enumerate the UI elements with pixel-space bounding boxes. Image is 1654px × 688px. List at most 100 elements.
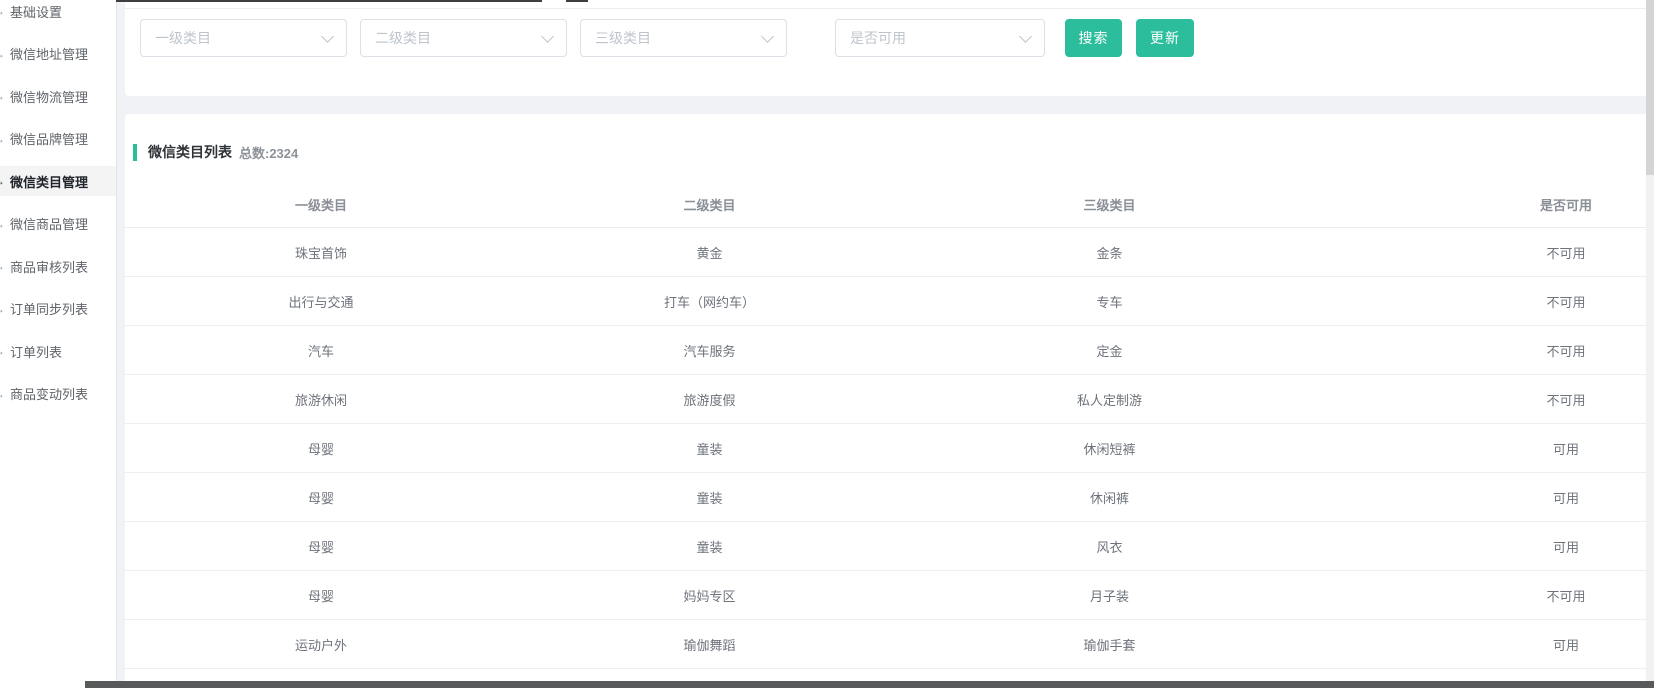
select-placeholder: 一级类目 <box>155 28 211 48</box>
sidebar-item[interactable]: →商品审核列表 <box>0 251 116 281</box>
table-cell: 汽车服务 <box>517 326 902 375</box>
table-cell: 私人定制游 <box>902 375 1317 424</box>
table-row: 出行与交通打车（网约车）专车不可用 <box>125 277 1654 326</box>
table-cell: 可用 <box>1317 473 1654 522</box>
vertical-scrollbar[interactable] <box>1646 0 1654 688</box>
table-cell: 休闲短裤 <box>902 424 1317 473</box>
sidebar-item-label: 微信品牌管理 <box>10 129 88 148</box>
search-button[interactable]: 搜索 <box>1065 19 1122 57</box>
table-cell: 旅游度假 <box>517 375 902 424</box>
table-row: 汽车汽车服务定金不可用 <box>125 326 1654 375</box>
table-row: 母婴童装休闲裤可用 <box>125 473 1654 522</box>
sidebar-item-label: 订单同步列表 <box>10 299 88 318</box>
table-cell: 可用 <box>1317 620 1654 669</box>
table-cell: 可用 <box>1317 424 1654 473</box>
arrow-right-icon: → <box>0 89 5 103</box>
table-cell: 出行与交通 <box>125 277 517 326</box>
filter-select[interactable]: 是否可用 <box>835 19 1045 57</box>
sidebar-item[interactable]: → 商品变动列表 <box>0 379 116 409</box>
table-cell: 运动户外 <box>125 620 517 669</box>
sidebar-item-label: 微信地址管理 <box>10 44 88 63</box>
table-cell: 瑜伽舞蹈 <box>517 620 902 669</box>
sidebar: → 基础设置 → 微信地址管理 → 微信物流管理 → 微信品牌管理 → 微信类目管理 →微信商品管理… <box>0 0 117 688</box>
table-cell: 母婴 <box>125 571 517 620</box>
sidebar-item[interactable]: → 订单列表 <box>0 336 116 366</box>
arrow-right-icon: → <box>0 174 5 188</box>
chevron-down-icon <box>541 30 554 43</box>
table-cell: 瑜伽手套 <box>902 620 1317 669</box>
sidebar-item-label: 微信类目管理 <box>10 172 88 191</box>
top-edge-line <box>116 0 542 2</box>
chevron-down-icon <box>761 30 774 43</box>
sidebar-item-label: 基础设置 <box>10 2 62 21</box>
table-cell: 不可用 <box>1317 228 1654 277</box>
table-cell: 打车（网约车） <box>517 277 902 326</box>
arrow-right-icon: → <box>0 259 5 273</box>
arrow-right-icon: → <box>0 387 5 401</box>
filter-card-top-border <box>125 8 1654 9</box>
table-cell: 月子装 <box>902 571 1317 620</box>
arrow-right-icon: → <box>0 302 5 316</box>
arrow-right-icon: → <box>0 132 5 146</box>
sidebar-item[interactable]: →微信商品管理 <box>0 209 116 239</box>
update-button[interactable]: 更新 <box>1136 19 1194 57</box>
table-row: 旅游休闲旅游度假私人定制游不可用 <box>125 375 1654 424</box>
table-cell: 不可用 <box>1317 326 1654 375</box>
table-cell: 童装 <box>517 424 902 473</box>
filter-card: 一级类目 二级类目 三级类目 是否可用 搜索 更新 <box>125 0 1654 96</box>
sidebar-item[interactable]: → 订单同步列表 <box>0 294 116 324</box>
select-placeholder: 是否可用 <box>850 28 906 48</box>
table-row: 母婴妈妈专区月子装不可用 <box>125 571 1654 620</box>
table-cell: 母婴 <box>125 522 517 571</box>
table-cell: 金条 <box>902 228 1317 277</box>
column-header: 一级类目 <box>125 181 517 228</box>
table-header-row: 一级类目二级类目三级类目是否可用 <box>125 181 1654 228</box>
table-cell: 童装 <box>517 522 902 571</box>
filter-select[interactable]: 二级类目 <box>360 19 567 57</box>
table-body: 珠宝首饰黄金金条不可用出行与交通打车（网约车）专车不可用汽车汽车服务定金不可用旅… <box>125 228 1654 669</box>
accent-tick <box>133 144 137 161</box>
table-cell: 珠宝首饰 <box>125 228 517 277</box>
table-cell: 不可用 <box>1317 571 1654 620</box>
select-placeholder: 三级类目 <box>595 28 651 48</box>
filter-select[interactable]: 三级类目 <box>580 19 787 57</box>
arrow-right-icon: → <box>0 217 5 231</box>
sidebar-menu: → 基础设置 → 微信地址管理 → 微信物流管理 → 微信品牌管理 → 微信类目管理 →微信商品管理… <box>0 0 116 409</box>
sidebar-item-label: 微信物流管理 <box>10 87 88 106</box>
horizontal-scrollbar-thumb[interactable] <box>85 681 1654 688</box>
table-cell: 母婴 <box>125 424 517 473</box>
arrow-right-icon: → <box>0 4 5 18</box>
table-cell: 不可用 <box>1317 277 1654 326</box>
table-cell: 旅游休闲 <box>125 375 517 424</box>
table-cell: 休闲裤 <box>902 473 1317 522</box>
arrow-right-icon: → <box>0 344 5 358</box>
total-count: 总数:2324 <box>239 143 298 162</box>
table-row: 珠宝首饰黄金金条不可用 <box>125 228 1654 277</box>
table-row: 运动户外瑜伽舞蹈瑜伽手套可用 <box>125 620 1654 669</box>
vertical-scrollbar-thumb[interactable] <box>1646 0 1654 175</box>
table-cell: 黄金 <box>517 228 902 277</box>
sidebar-item-label: 订单列表 <box>10 342 62 361</box>
top-edge-line-short <box>566 0 588 2</box>
chevron-down-icon <box>321 30 334 43</box>
sidebar-item[interactable]: → 微信类目管理 <box>0 166 116 196</box>
table-row: 母婴童装休闲短裤可用 <box>125 424 1654 473</box>
table-cell: 可用 <box>1317 522 1654 571</box>
filter-select[interactable]: 一级类目 <box>140 19 347 57</box>
sidebar-item[interactable]: → 基础设置 <box>0 0 116 26</box>
sidebar-item[interactable]: → 微信品牌管理 <box>0 124 116 154</box>
column-header: 三级类目 <box>902 181 1317 228</box>
table-cell: 不可用 <box>1317 375 1654 424</box>
table-cell: 汽车 <box>125 326 517 375</box>
sidebar-item[interactable]: → 微信物流管理 <box>0 81 116 111</box>
arrow-right-icon: → <box>0 47 5 61</box>
section-title: 微信类目列表 <box>148 142 232 162</box>
table-cell: 童装 <box>517 473 902 522</box>
table-row: 母婴童装风衣可用 <box>125 522 1654 571</box>
sidebar-item-label: 商品变动列表 <box>10 384 88 403</box>
table-cell: 专车 <box>902 277 1317 326</box>
table-card: 微信类目列表 总数:2324 一级类目二级类目三级类目是否可用 珠宝首饰黄金金条… <box>125 114 1654 688</box>
table-cell: 定金 <box>902 326 1317 375</box>
column-header: 是否可用 <box>1317 181 1654 228</box>
sidebar-item[interactable]: → 微信地址管理 <box>0 39 116 69</box>
